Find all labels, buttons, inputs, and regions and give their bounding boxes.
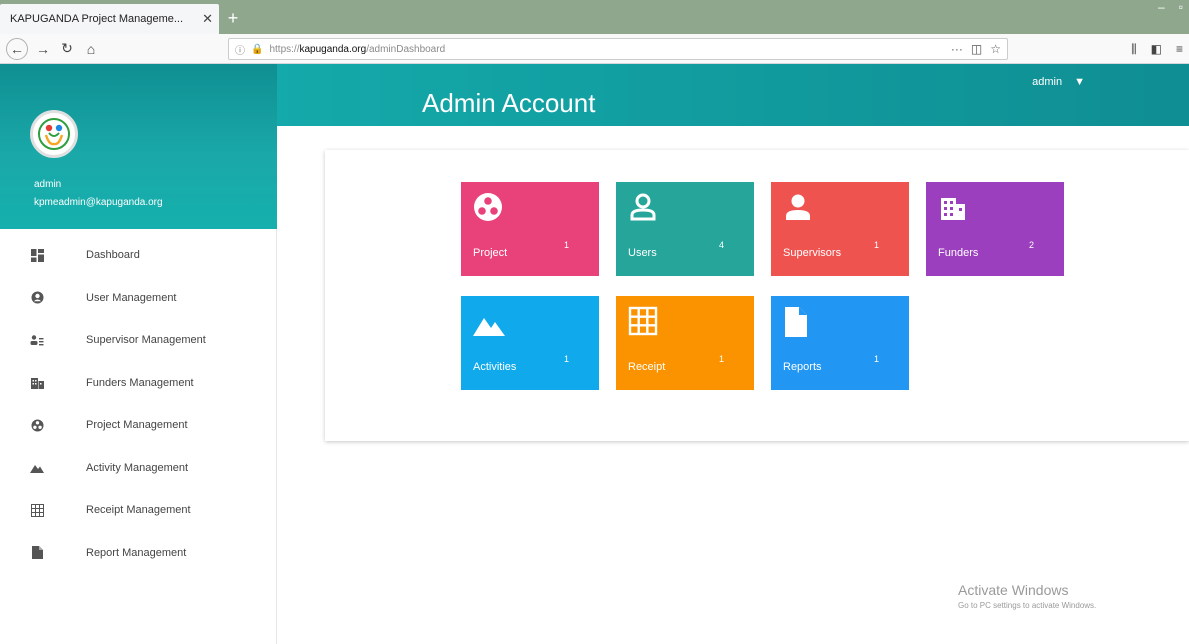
user-circle-icon [30,291,44,305]
sidebar-item-label: Activity Management [86,461,189,474]
document-icon [783,306,813,337]
window-controls: – ▫ [1158,0,1189,20]
grid-icon [628,306,658,336]
tab-close-icon[interactable]: ✕ [202,11,213,27]
tile-activities[interactable]: Activities 1 [461,296,599,390]
url-prefix: https:// [269,43,300,55]
tile-funders[interactable]: Funders 2 [926,182,1064,276]
sidebar-username: admin [34,179,62,190]
home-icon[interactable]: ⌂ [80,38,102,60]
tile-receipt[interactable]: Receipt 1 [616,296,754,390]
user-menu-label: admin [1032,76,1063,88]
sidebar-item-funders-management[interactable]: Funders Management [0,362,276,405]
tile-label: Supervisors [783,247,842,259]
tile-supervisors[interactable]: Supervisors 1 [771,182,909,276]
tile-label: Funders [938,247,979,259]
tile-count: 1 [873,354,879,364]
info-icon[interactable]: ⓘ [235,42,245,57]
tile-count: 1 [563,240,569,250]
mountain-icon [473,312,505,342]
minimize-icon[interactable]: – [1158,0,1165,20]
url-path: /adminDashboard [366,43,446,55]
sidebar-item-supervisor-management[interactable]: Supervisor Management [0,319,276,362]
sidebar-item-label: User Management [86,291,177,304]
sidebar-item-report-management[interactable]: Report Management [0,532,276,575]
sidebar: admin kpmeadmin@kapuganda.org Dashboard … [0,64,277,644]
bookmark-star-icon[interactable]: ☆ [990,42,1001,56]
grid-icon [30,503,44,517]
forward-icon[interactable]: → [32,38,54,60]
url-domain: kapuganda.org [299,43,367,55]
tile-users[interactable]: Users 4 [616,182,754,276]
dashboard-card: Project 1 Users 4 Supervisors 1 Funders … [325,150,1189,441]
building-icon [938,192,968,222]
supervisors-icon [30,333,44,347]
tile-count: 1 [873,240,879,250]
sidebar-item-project-management[interactable]: Project Management [0,404,276,447]
sidebar-item-activity-management[interactable]: Activity Management [0,447,276,490]
user-menu[interactable]: admin ▼ [1032,76,1085,88]
sidebar-email: kpmeadmin@kapuganda.org [34,197,163,208]
reload-icon[interactable]: ↻ [56,38,78,60]
menu-icon[interactable]: ≡ [1176,42,1183,57]
mountain-icon [30,461,44,475]
document-icon [30,546,44,560]
url-actions: ··· ◫ ☆ [951,42,1001,56]
sidebar-item-receipt-management[interactable]: Receipt Management [0,489,276,532]
sidebar-item-user-management[interactable]: User Management [0,277,276,320]
project-icon [30,418,44,432]
browser-tab[interactable]: KAPUGANDA Project Manageme... ✕ [0,4,219,34]
sidebar-item-label: Funders Management [86,376,194,389]
caret-down-icon: ▼ [1074,76,1085,88]
sidebar-toggle-icon[interactable]: ◧ [1151,42,1162,57]
browser-tab-bar: KAPUGANDA Project Manageme... ✕ + – ▫ [0,0,1189,34]
person-icon [783,192,813,222]
tile-project[interactable]: Project 1 [461,182,599,276]
building-icon [30,376,44,390]
app-header: Admin Account [277,64,1189,126]
sidebar-item-label: Supervisor Management [86,334,206,347]
tile-count: 2 [1028,240,1034,250]
maximize-icon[interactable]: ▫ [1179,0,1183,20]
library-icon[interactable]: ⫼ [1131,42,1137,57]
browser-navbar: ← → ↻ ⌂ ⓘ 🔒 https:// kapuganda.org /admi… [0,34,1189,64]
sidebar-item-label: Project Management [86,419,188,432]
tile-count: 4 [718,240,724,250]
tile-count: 1 [563,354,569,364]
watermark-title: Activate Windows [958,582,1069,598]
address-bar[interactable]: ⓘ 🔒 https:// kapuganda.org /adminDashboa… [228,38,1008,60]
new-tab-icon[interactable]: + [221,6,245,30]
more-actions-icon[interactable]: ··· [951,42,963,56]
sidebar-item-label: Dashboard [86,249,140,262]
tile-label: Receipt [628,361,666,373]
tab-title: KAPUGANDA Project Manageme... [10,13,184,25]
pocket-icon[interactable]: ◫ [971,42,982,56]
tile-label: Project [473,247,508,259]
tile-label: Reports [783,361,822,373]
sidebar-item-dashboard[interactable]: Dashboard [0,234,276,277]
tile-reports[interactable]: Reports 1 [771,296,909,390]
page-title: Admin Account [422,88,596,118]
user-icon [628,192,658,222]
tile-label: Activities [473,361,517,373]
tile-label: Users [628,247,657,259]
browser-toolbar-right: ⫼ ◧ ≡ [1131,42,1183,57]
windows-activation-watermark: Activate Windows Go to PC settings to ac… [958,582,1096,610]
sidebar-item-label: Receipt Management [86,504,191,517]
lock-icon: 🔒 [251,43,264,55]
project-icon [473,192,503,222]
logo [30,110,78,158]
tile-count: 1 [718,354,724,364]
sidebar-menu: Dashboard User Management Supervisor Man… [0,234,276,574]
sidebar-header: admin kpmeadmin@kapuganda.org [0,64,277,229]
back-icon[interactable]: ← [6,37,28,60]
watermark-subtitle: Go to PC settings to activate Windows. [958,601,1097,610]
sidebar-item-label: Report Management [86,546,187,559]
dashboard-icon [30,248,44,262]
